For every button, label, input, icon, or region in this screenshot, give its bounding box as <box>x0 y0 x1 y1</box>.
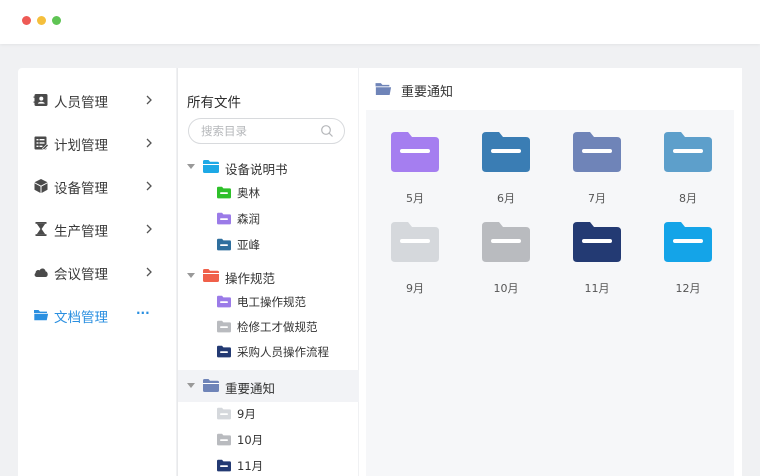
folder-open-icon <box>375 83 392 96</box>
folder-open-icon <box>33 310 49 321</box>
tree-node-label: 奥林 <box>237 186 260 200</box>
tree-node-label: 9月 <box>237 407 256 421</box>
tree-node-label: 检修工才做规范 <box>237 320 318 334</box>
more-options-icon[interactable]: ··· <box>136 306 150 320</box>
folder-card[interactable]: 6月 <box>471 110 541 205</box>
tree-node-label: 设备说明书 <box>225 162 288 177</box>
folder-icon <box>391 222 439 262</box>
folder-label: 12月 <box>675 282 701 295</box>
folder-card[interactable]: 12月 <box>653 200 723 295</box>
cube-icon <box>34 179 48 193</box>
nav-item-meeting[interactable]: 会议管理 <box>18 251 176 294</box>
nav-item-equipment[interactable]: 设备管理 <box>18 165 176 208</box>
tree-node[interactable]: 9月 <box>178 401 359 427</box>
folder-tree-panel: 所有文件 设备说明书 奥林 森润 亚峰 操作规范 电工操作规范 检修工才做规范 <box>177 68 359 476</box>
chevron-right-icon <box>146 224 152 234</box>
folder-card[interactable]: 11月 <box>562 200 632 295</box>
caret-down-icon[interactable] <box>187 164 195 170</box>
tree-node[interactable]: 10月 <box>178 427 359 453</box>
folder-icon <box>217 238 231 251</box>
caret-down-icon[interactable] <box>187 383 195 389</box>
tree-node-label: 重要通知 <box>225 381 276 396</box>
folder-card[interactable]: 8月 <box>653 110 723 205</box>
chevron-right-icon <box>146 181 152 191</box>
maximize-window-button[interactable] <box>52 16 61 25</box>
nav-item-production[interactable]: 生产管理 <box>18 208 176 251</box>
folder-icon <box>664 222 712 262</box>
nav-item-label: 人员管理 <box>54 95 108 111</box>
folder-label: 11月 <box>584 282 610 295</box>
folder-icon <box>217 345 231 358</box>
tree-node[interactable]: 电工操作规范 <box>178 289 359 315</box>
folder-icon <box>482 132 530 172</box>
nav-item-label: 会议管理 <box>54 267 108 283</box>
folder-icon <box>573 132 621 172</box>
tree-node[interactable]: 检修工才做规范 <box>178 314 359 340</box>
folder-card[interactable]: 7月 <box>562 110 632 205</box>
tree-node[interactable]: 奥林 <box>178 180 359 206</box>
folder-card[interactable]: 5月 <box>380 110 450 205</box>
close-window-button[interactable] <box>22 16 31 25</box>
minimize-window-button[interactable] <box>37 16 46 25</box>
folder-icon <box>203 269 219 282</box>
chevron-right-icon <box>146 95 152 105</box>
chevron-right-icon <box>146 138 152 148</box>
folder-icon <box>664 132 712 172</box>
caret-down-icon[interactable] <box>187 273 195 279</box>
contact-card-icon <box>33 94 48 106</box>
nav-item-documents[interactable]: 文档管理 ··· <box>18 294 176 337</box>
directory-search[interactable] <box>188 118 345 144</box>
tree-node-label: 电工操作规范 <box>237 295 306 309</box>
sidebar-nav: 人员管理 计划管理 设备管理 生产管理 会议管理 文档管理 ··· <box>18 68 176 476</box>
tree-node-label: 操作规范 <box>225 271 276 286</box>
tree-title: 所有文件 <box>187 95 241 111</box>
hourglass-icon <box>35 222 47 236</box>
folder-icon <box>217 212 231 225</box>
nav-item-label: 文档管理 <box>54 310 108 326</box>
page-title: 重要通知 <box>401 85 454 100</box>
folder-icon <box>573 222 621 262</box>
tree-node-label: 10月 <box>237 433 264 447</box>
search-input[interactable] <box>201 123 317 139</box>
nav-item-personnel[interactable]: 人员管理 <box>18 79 176 122</box>
tree-node-label: 11月 <box>237 459 264 473</box>
folder-icon <box>203 379 219 392</box>
content-header: 重要通知 <box>359 68 742 108</box>
tree-node-label: 采购人员操作流程 <box>237 345 329 359</box>
tree-node[interactable]: 森润 <box>178 206 359 232</box>
nav-item-label: 计划管理 <box>54 138 108 154</box>
title-bar <box>0 0 760 44</box>
plan-list-icon <box>34 136 49 151</box>
folder-card[interactable]: 10月 <box>471 200 541 295</box>
folder-icon <box>391 132 439 172</box>
folder-icon <box>217 320 231 333</box>
tree-node-label: 亚峰 <box>237 238 260 252</box>
tree-node[interactable]: 亚峰 <box>178 232 359 258</box>
tree-node[interactable]: 采购人员操作流程 <box>178 339 359 365</box>
tree-node-group[interactable]: 操作规范 <box>178 263 359 289</box>
nav-item-label: 设备管理 <box>54 181 108 197</box>
folder-content-panel: 重要通知 5月 6月 7月 8月 9月 10月 11月 12月 <box>359 68 742 476</box>
tree-node-label: 森润 <box>237 212 260 226</box>
search-icon[interactable] <box>320 124 334 138</box>
nav-item-plan[interactable]: 计划管理 <box>18 122 176 165</box>
folder-icon <box>217 407 231 420</box>
chevron-right-icon <box>146 267 152 277</box>
folder-icon <box>482 222 530 262</box>
nav-item-label: 生产管理 <box>54 224 108 240</box>
folder-icon <box>217 433 231 446</box>
tree-node[interactable]: 11月 <box>178 453 359 476</box>
cloud-icon <box>34 268 48 277</box>
folder-card[interactable]: 9月 <box>380 200 450 295</box>
folder-label: 9月 <box>406 282 424 295</box>
folder-icon <box>203 160 219 173</box>
folder-icon <box>217 295 231 308</box>
tree-node-group[interactable]: 设备说明书 <box>178 154 359 180</box>
folder-icon <box>217 186 231 199</box>
folder-label: 10月 <box>493 282 519 295</box>
folder-icon <box>217 459 231 472</box>
tree-node-group-selected[interactable]: 重要通知 <box>178 370 359 402</box>
folder-grid: 5月 6月 7月 8月 9月 10月 11月 12月 <box>366 110 734 476</box>
